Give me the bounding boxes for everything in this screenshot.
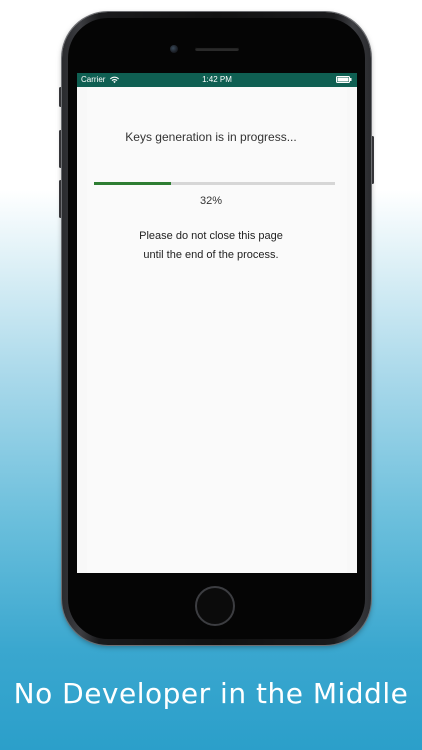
phone-screen: Carrier 1:42 PM bbox=[77, 73, 357, 573]
notice-line-2: until the end of the process. bbox=[143, 249, 279, 261]
app-content bbox=[87, 87, 347, 573]
progress-bar-fill bbox=[94, 182, 172, 185]
front-camera-icon bbox=[170, 45, 178, 53]
status-time: 1:42 PM bbox=[202, 75, 232, 84]
progress-title: Keys generation is in progress... bbox=[125, 130, 297, 144]
battery-icon bbox=[336, 76, 352, 83]
notice-line-1: Please do not close this page bbox=[139, 230, 283, 242]
home-button[interactable] bbox=[195, 586, 235, 626]
progress-percent: 32% bbox=[199, 195, 223, 207]
progress-bar bbox=[94, 182, 335, 185]
status-bar: Carrier 1:42 PM bbox=[77, 73, 357, 87]
earpiece-speaker bbox=[195, 47, 239, 51]
tagline: No Developer in the Middle bbox=[13, 677, 409, 710]
